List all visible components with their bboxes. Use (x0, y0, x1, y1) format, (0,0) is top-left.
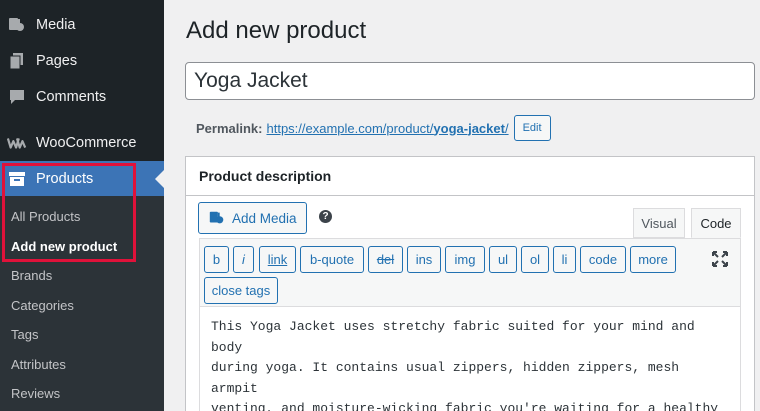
submenu-item-brands[interactable]: Brands (11, 268, 52, 283)
help-icon[interactable]: ? (319, 210, 332, 223)
qt-label: img (454, 252, 476, 267)
permalink-edit-button[interactable]: Edit (513, 115, 551, 141)
fullscreen-expand-icon[interactable] (710, 249, 730, 269)
qt-img-button[interactable]: img (445, 246, 485, 273)
qt-bquote-button[interactable]: b-quote (300, 246, 364, 273)
sidebar-item-label: Pages (36, 53, 78, 69)
main-content: Add new product Yoga Jacket Permalink: h… (164, 0, 760, 411)
product-title-input[interactable]: Yoga Jacket (185, 62, 755, 100)
add-media-button[interactable]: Add Media (198, 202, 307, 234)
sidebar-item-label: Comments (36, 89, 107, 105)
permalink-link[interactable]: https://example.com/product/yoga-jacket/ (266, 121, 508, 136)
admin-sidebar: Media Pages Comments WooCommerce Product… (0, 0, 164, 411)
sidebar-item-pages[interactable]: Pages (0, 43, 164, 79)
products-icon (7, 169, 27, 189)
tab-code[interactable]: Code (691, 208, 741, 238)
submenu-item-categories[interactable]: Categories (11, 298, 74, 313)
qt-link-button[interactable]: link (259, 246, 296, 273)
qt-del-button[interactable]: del (368, 246, 403, 273)
sidebar-item-label: Media (36, 17, 76, 33)
submenu-item-all-products[interactable]: All Products (11, 209, 80, 224)
qt-label: close tags (211, 283, 271, 298)
qt-label: more (638, 252, 668, 267)
page-title: Add new product (186, 17, 367, 44)
qt-label: code (588, 252, 618, 267)
media-icon (208, 209, 226, 227)
sidebar-item-comments[interactable]: Comments (0, 79, 164, 115)
sidebar-item-label: WooCommerce (36, 135, 137, 151)
permalink-label: Permalink: (196, 120, 263, 136)
qt-ol-button[interactable]: ol (521, 246, 549, 273)
add-media-label: Add Media (232, 210, 297, 226)
products-submenu: All Products Add new product Brands Cate… (0, 196, 164, 411)
sidebar-item-media[interactable]: Media (0, 7, 164, 43)
pages-icon (7, 51, 27, 71)
sidebar-item-woocommerce[interactable]: WooCommerce (0, 125, 164, 161)
submenu-item-add-new-product[interactable]: Add new product (11, 239, 117, 254)
tab-visual[interactable]: Visual (633, 208, 685, 238)
qt-italic-button[interactable]: i (233, 246, 254, 273)
permalink-base: https://example.com/product/ (266, 120, 434, 136)
qt-li-button[interactable]: li (553, 246, 576, 273)
qt-label: li (561, 252, 568, 267)
qt-bold-button[interactable]: b (204, 246, 229, 273)
qt-label: ul (497, 252, 509, 267)
product-description-heading: Product description (186, 157, 754, 196)
woocommerce-icon (7, 133, 27, 153)
permalink-row: Permalink: https://example.com/product/y… (196, 115, 551, 141)
quicktags-toolbar: b i link b-quote del ins img ul ol li co… (199, 238, 741, 306)
qt-label: b-quote (309, 252, 355, 267)
submenu-item-reviews[interactable]: Reviews (11, 386, 60, 401)
qt-label: b (212, 252, 221, 267)
media-icon (7, 15, 27, 35)
qt-code-button[interactable]: code (580, 246, 626, 273)
permalink-slug: yoga-jacket (433, 120, 505, 136)
qt-label: ol (529, 252, 541, 267)
qt-ul-button[interactable]: ul (489, 246, 517, 273)
qt-more-button[interactable]: more (630, 246, 676, 273)
qt-label: del (376, 252, 395, 267)
submenu-item-tags[interactable]: Tags (11, 327, 38, 342)
sidebar-item-label: Products (36, 171, 94, 187)
qt-close-tags-button[interactable]: close tags (204, 277, 278, 304)
qt-label: i (242, 252, 245, 267)
qt-label: ins (415, 252, 433, 267)
comments-icon (7, 87, 27, 107)
submenu-item-attributes[interactable]: Attributes (11, 357, 66, 372)
permalink-trail: / (504, 120, 509, 136)
product-description-box: Product description Add Media ? Visual C… (185, 156, 755, 411)
qt-label: link (267, 252, 288, 267)
qt-ins-button[interactable]: ins (407, 246, 441, 273)
code-editor-textarea[interactable]: This Yoga Jacket uses stretchy fabric su… (199, 306, 741, 411)
sidebar-item-products[interactable]: Products (0, 161, 164, 197)
